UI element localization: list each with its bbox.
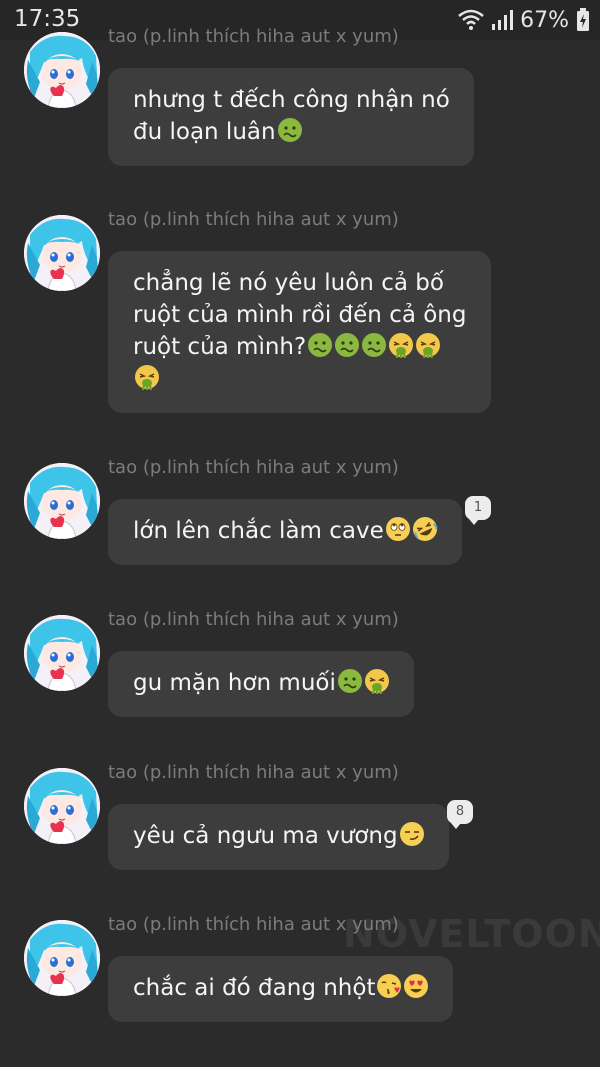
wifi-icon <box>458 9 484 31</box>
avatar[interactable] <box>24 615 100 691</box>
message-text: yêu cả ngưu ma vương <box>133 823 398 849</box>
message-bubble[interactable]: lớn lên chắc làm cave <box>108 499 462 565</box>
status-time: 17:35 <box>14 6 81 32</box>
vomiting-face-emoji-icon <box>415 332 441 358</box>
avatar[interactable] <box>24 768 100 844</box>
kiss-face-emoji-icon <box>376 973 402 999</box>
message-text: nhưng t đếch công nhận nó <box>133 87 450 113</box>
message-text: ruột của mình rồi đến cả ông <box>133 302 467 328</box>
nauseated-face-emoji-icon <box>361 332 387 358</box>
signal-bars-icon <box>491 9 514 31</box>
message-bubble[interactable]: yêu cả ngưu ma vương <box>108 804 449 870</box>
status-icons: 67% <box>458 6 590 34</box>
nauseated-face-emoji-icon <box>277 117 303 143</box>
smirk-face-emoji-icon <box>399 821 425 847</box>
vomiting-face-emoji-icon <box>388 332 414 358</box>
message-bubble[interactable]: gu mặn hơn muối <box>108 651 414 717</box>
battery-percent: 67% <box>520 7 569 33</box>
unread-count-badge[interactable]: 8 <box>447 800 473 829</box>
message-text: lớn lên chắc làm cave <box>133 518 384 544</box>
nauseated-face-emoji-icon <box>337 668 363 694</box>
avatar[interactable] <box>24 215 100 291</box>
message-text: chắc ai đó đang nhột <box>133 975 376 1001</box>
avatar[interactable] <box>24 463 100 539</box>
message-bubble[interactable]: chắc ai đó đang nhột <box>108 956 454 1022</box>
message-bubble[interactable]: chẳng lẽ nó yêu luôn cả bố ruột của mình … <box>108 251 491 413</box>
sender-name: tao (p.linh thích hiha aut x yum) <box>108 609 399 630</box>
sender-name: tao (p.linh thích hiha aut x yum) <box>108 914 399 935</box>
vomiting-face-emoji-icon <box>134 364 160 390</box>
sender-name: tao (p.linh thích hiha aut x yum) <box>108 26 399 47</box>
vomiting-face-emoji-icon <box>364 668 390 694</box>
heart-eyes-face-emoji-icon <box>403 973 429 999</box>
message-text: ruột của mình? <box>133 334 307 360</box>
battery-charging-icon <box>576 8 590 32</box>
message-text: đu loạn luân <box>133 119 276 145</box>
avatar[interactable] <box>24 32 100 108</box>
sender-name: tao (p.linh thích hiha aut x yum) <box>108 762 399 783</box>
unread-count-badge[interactable]: 1 <box>465 496 491 525</box>
message-text: gu mặn hơn muối <box>133 670 336 696</box>
rofl-face-emoji-icon <box>412 516 438 542</box>
sender-name: tao (p.linh thích hiha aut x yum) <box>108 209 399 230</box>
nauseated-face-emoji-icon <box>307 332 333 358</box>
sender-name: tao (p.linh thích hiha aut x yum) <box>108 457 399 478</box>
avatar[interactable] <box>24 920 100 996</box>
message-bubble[interactable]: nhưng t đếch công nhận nó đu loạn luân <box>108 68 474 166</box>
message-text: chẳng lẽ nó yêu luôn cả bố <box>133 270 444 296</box>
nauseated-face-emoji-icon <box>334 332 360 358</box>
eye-roll-face-emoji-icon <box>385 516 411 542</box>
